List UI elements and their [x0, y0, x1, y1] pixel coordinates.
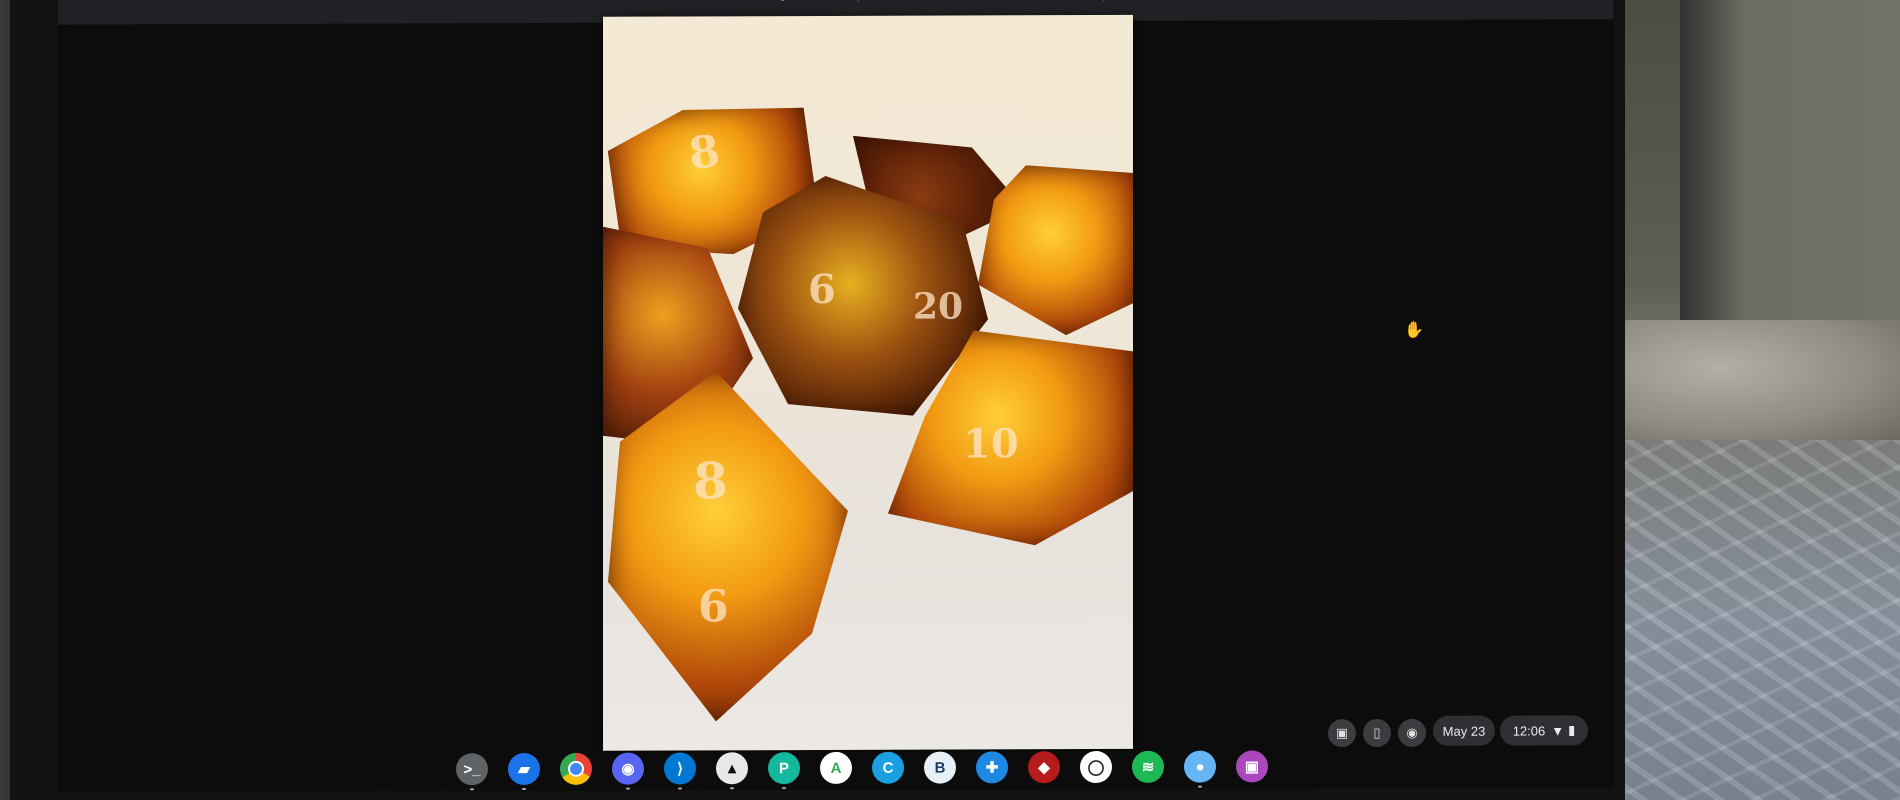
sparkle-icon[interactable]: ✦ — [1028, 0, 1042, 2]
discord-icon[interactable]: ◉ — [612, 752, 644, 790]
blanket — [1600, 320, 1900, 440]
inkscape-icon[interactable]: ▲ — [716, 752, 748, 790]
hand-cursor-icon: ✋ — [1404, 321, 1424, 339]
notes-icon[interactable]: ▣ — [1236, 750, 1268, 783]
text-icon[interactable]: T — [888, 0, 902, 3]
redo-icon[interactable]: ↷ — [1168, 0, 1182, 2]
die-number: 20 — [913, 285, 964, 328]
status-area[interactable]: 12:06 ▼ ▮ — [1500, 715, 1588, 746]
die-number: 6 — [808, 265, 836, 314]
screen: ⟲ ⌗ ☀ ⤢ ◐ T ✎ ⌫ ✦ ✧ ↶ ↷ ⋮ 8 — [58, 0, 1613, 793]
die-number: 8 — [685, 125, 723, 181]
screen-capture-icon[interactable]: ▣ — [1328, 719, 1356, 748]
cc-icon[interactable]: C — [872, 751, 904, 784]
files-icon[interactable]: ▰ — [508, 752, 540, 791]
wall — [1680, 0, 1900, 340]
hub-icon[interactable]: ✚ — [976, 751, 1008, 784]
obs-icon[interactable]: ◯ — [1080, 750, 1112, 784]
picsart-icon[interactable]: P — [768, 752, 800, 790]
date-label: May 23 — [1442, 723, 1486, 739]
vscode-icon[interactable]: ⟩ — [664, 752, 696, 790]
dictation-icon[interactable]: ◉ — [1398, 718, 1426, 747]
toolbar-divider — [858, 0, 859, 2]
undo-icon[interactable]: ↶ — [1128, 0, 1142, 2]
chrome-icon[interactable] — [560, 752, 592, 785]
magic-icon[interactable]: ✧ — [1073, 0, 1087, 2]
crop-icon[interactable]: ⌗ — [678, 0, 692, 3]
photo-scene: ⟲ ⌗ ☀ ⤢ ◐ T ✎ ⌫ ✦ ✧ ↶ ↷ ⋮ 8 — [0, 0, 1900, 800]
terminal-icon[interactable]: >_ — [456, 753, 488, 791]
toolbar-divider — [1103, 0, 1104, 2]
resize-icon[interactable]: ⤢ — [778, 0, 792, 3]
wifi-icon: ▼ — [1551, 722, 1565, 738]
room-background — [1600, 0, 1900, 800]
blender-icon[interactable]: B — [924, 751, 956, 784]
bedspread — [1600, 440, 1900, 800]
adjust-icon[interactable]: ☀ — [728, 0, 742, 3]
filter-icon[interactable]: ◐ — [828, 0, 842, 3]
monitor-bezel: ⟲ ⌗ ☀ ⤢ ◐ T ✎ ⌫ ✦ ✧ ↶ ↷ ⋮ 8 — [10, 0, 1625, 800]
clock-label: 12:06 — [1512, 722, 1546, 739]
shelf: >_ ▰ ◉ ⟩ ▲ P A C B ✚ ◆ ◯ ≋ ● ▣ — [58, 749, 1613, 793]
dice-photo: 8 6 20 8 6 10 — [603, 14, 1133, 751]
die-number: 10 — [963, 420, 1019, 468]
markup-icon[interactable]: ✎ — [938, 0, 952, 3]
erase-icon[interactable]: ⌫ — [983, 0, 999, 2]
rotate-icon[interactable]: ⟲ — [628, 0, 642, 4]
die-number: 8 — [693, 451, 728, 511]
phone-hub-icon[interactable]: ▯ — [1363, 718, 1391, 748]
date-button[interactable]: May 23 — [1433, 715, 1495, 746]
chat-icon[interactable]: ● — [1184, 750, 1216, 788]
battery-icon: ▮ — [1568, 722, 1576, 738]
spotify-icon[interactable]: ≋ — [1132, 750, 1164, 783]
die-number: 6 — [698, 581, 729, 633]
aurora-icon[interactable]: A — [820, 751, 852, 784]
dnd-dice-icon[interactable]: ◆ — [1028, 751, 1060, 784]
